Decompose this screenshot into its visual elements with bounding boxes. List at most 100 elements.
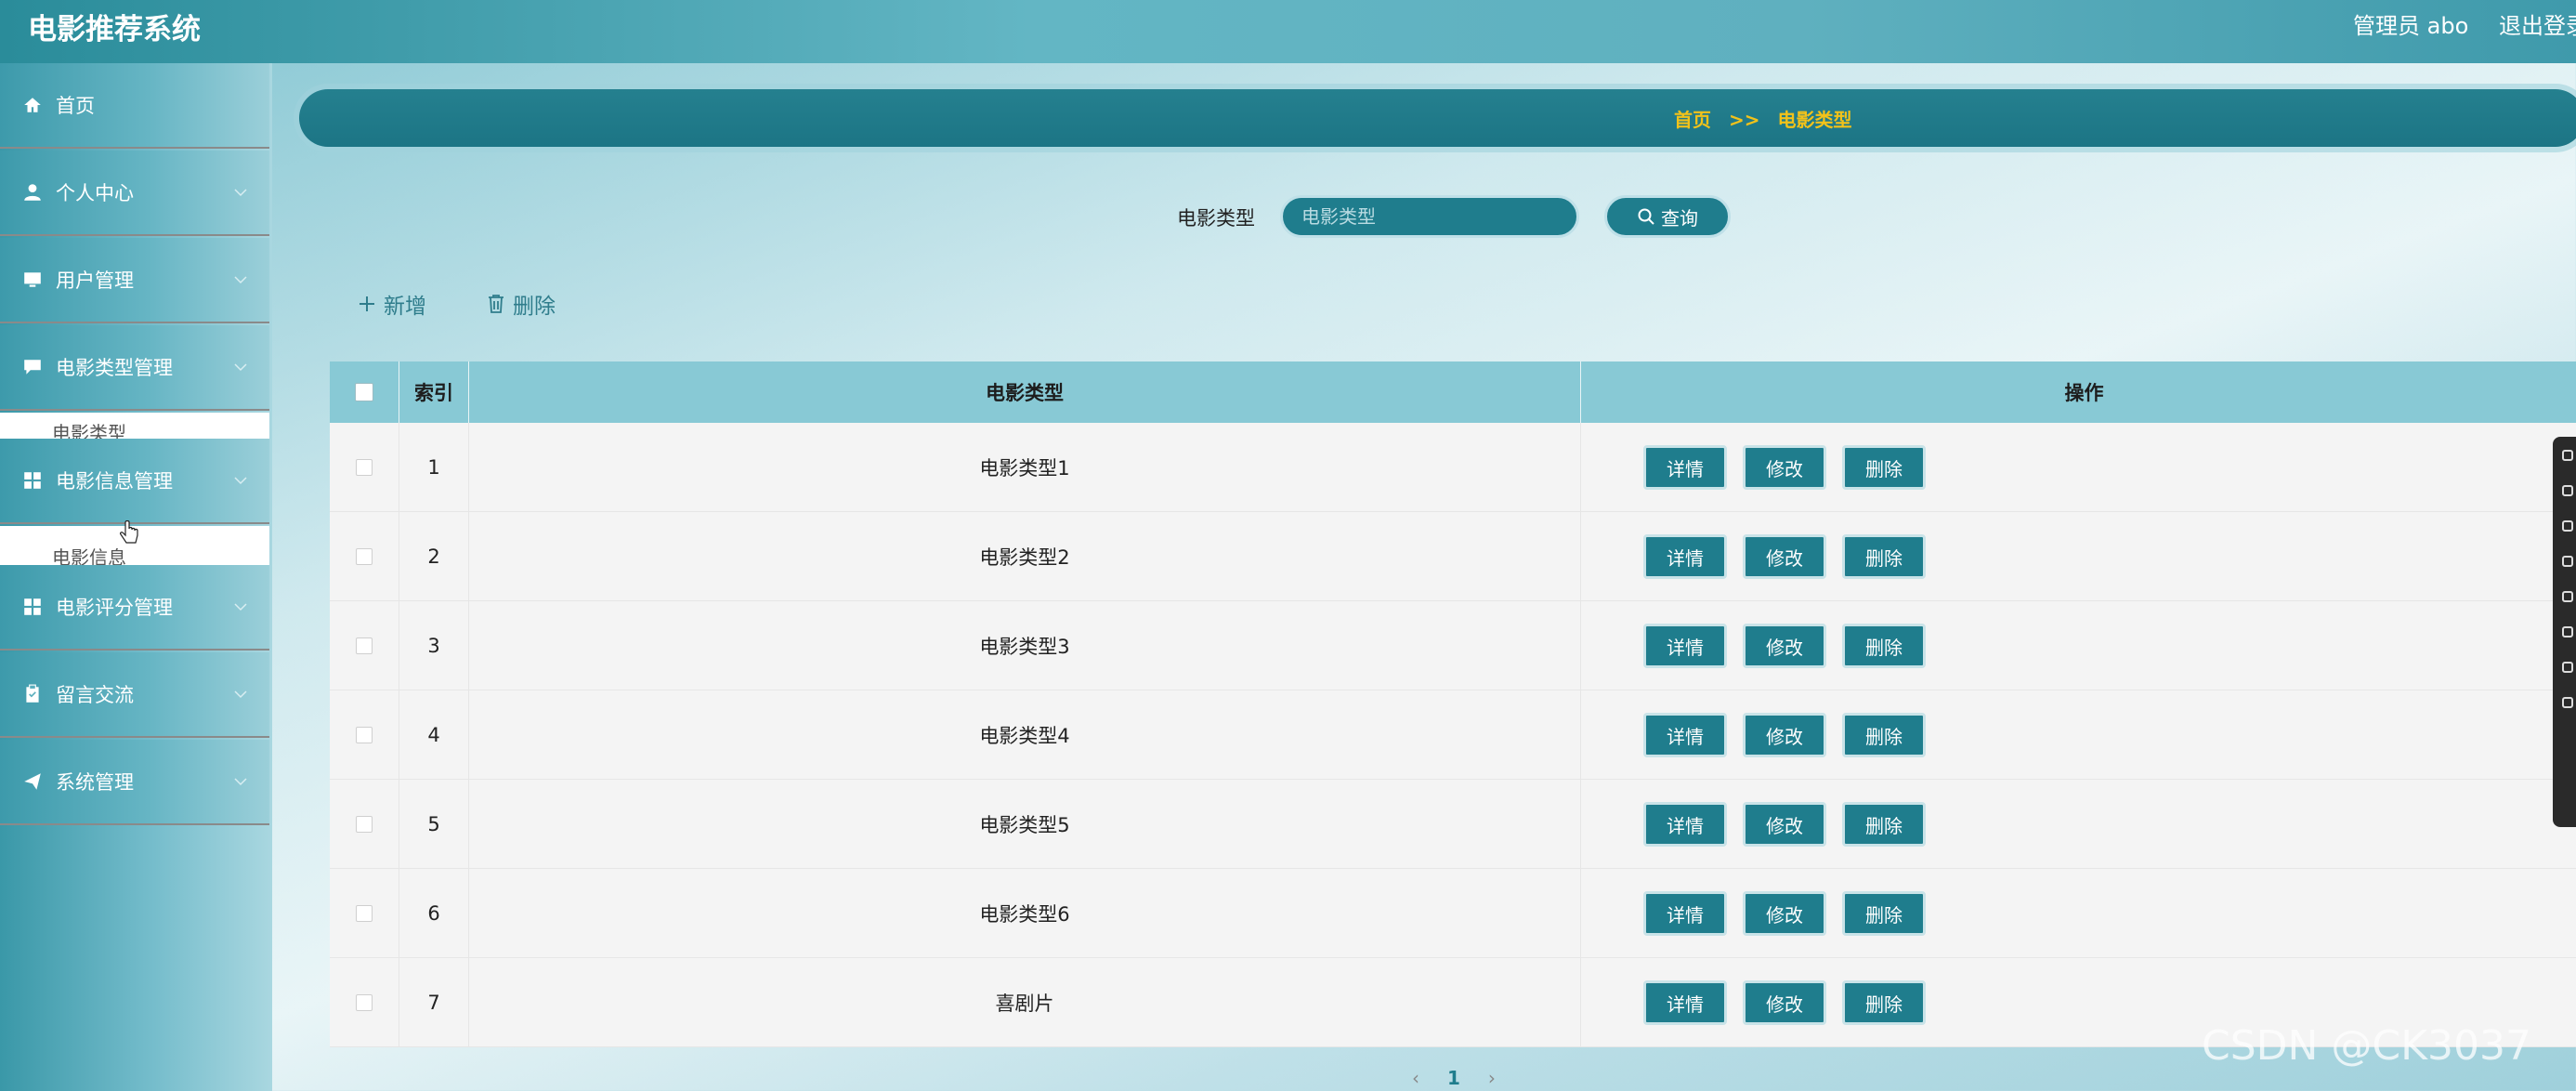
send-icon [24,773,41,790]
edit-button[interactable]: 修改 [1743,802,1826,847]
detail-button[interactable]: 详情 [1643,802,1727,847]
edit-button[interactable]: 修改 [1743,713,1826,757]
delete-button[interactable]: 删除 [1842,980,1926,1025]
pagination: ‹ 1 › [1412,1067,1496,1089]
row-checkbox-cell [330,601,399,690]
toolbar-icon[interactable] [2562,556,2573,567]
chevron-down-icon [234,363,247,372]
row-checkbox-cell [330,780,399,869]
toolbar-icon[interactable] [2562,450,2573,461]
sidebar-item-movie-info-management[interactable]: 电影信息管理 [0,439,269,524]
row-movie-type: 电影类型5 [469,780,1581,869]
row-index: 6 [399,869,469,958]
breadcrumb-bar: 首页 >> 电影类型 [299,89,2576,147]
edit-button[interactable]: 修改 [1743,445,1826,490]
clipboard-icon [26,684,39,703]
search-label: 电影类型 [1177,207,1255,230]
row-checkbox-cell [330,958,399,1047]
row-actions: 详情 修改 删除 [1581,690,2576,780]
search-input[interactable] [1280,195,1579,238]
row-actions: 详情 修改 删除 [1581,869,2576,958]
detail-button[interactable]: 详情 [1643,445,1727,490]
column-header-index: 索引 [399,361,469,423]
sidebar-item-movie-rating-management[interactable]: 电影评分管理 [0,565,269,651]
add-button[interactable]: 新增 [358,288,426,320]
sidebar-item-label: 电影信息管理 [56,470,173,493]
header-checkbox-cell [330,361,399,423]
sidebar-item-user-management[interactable]: 用户管理 [0,238,269,323]
column-header-movie-type: 电影类型 [469,361,1581,423]
row-checkbox[interactable] [356,638,373,654]
edit-button[interactable]: 修改 [1743,534,1826,579]
row-actions: 详情 修改 删除 [1581,423,2576,512]
prev-page-button[interactable]: ‹ [1412,1067,1419,1089]
sidebar-item-movie-type-management[interactable]: 电影类型管理 [0,325,269,411]
row-index: 1 [399,423,469,512]
toolbar-icon[interactable] [2562,626,2573,638]
delete-button[interactable]: 删除 [1842,534,1926,579]
row-movie-type: 电影类型4 [469,690,1581,780]
row-checkbox[interactable] [356,548,373,565]
admin-username: 管理员 abo [2353,13,2469,39]
app-title: 电影推荐系统 [28,13,201,46]
toolbar-icon[interactable] [2562,662,2573,673]
sidebar-item-label: 电影类型管理 [56,357,173,379]
row-checkbox[interactable] [356,459,373,476]
detail-button[interactable]: 详情 [1643,624,1727,668]
delete-button[interactable]: 删除 [1842,445,1926,490]
chevron-down-icon [234,477,247,485]
sidebar-item-home[interactable]: 首页 [0,63,269,149]
detail-button[interactable]: 详情 [1643,980,1727,1025]
table-row: 3 电影类型3 详情 修改 删除 [330,601,2576,690]
column-header-actions: 操作 [2064,382,2104,404]
trash-icon [489,295,503,313]
logout-link[interactable]: 退出登录 [2499,7,2576,40]
detail-button[interactable]: 详情 [1643,891,1727,936]
row-movie-type: 电影类型6 [469,869,1581,958]
row-checkbox[interactable] [356,905,373,922]
current-page[interactable]: 1 [1447,1067,1460,1089]
row-checkbox[interactable] [356,994,373,1011]
next-page-button[interactable]: › [1488,1067,1496,1089]
submenu-item-movie-info[interactable]: 电影信息 [0,520,269,569]
search-button[interactable]: 查询 [1604,195,1731,238]
table-row: 2 电影类型2 详情 修改 删除 [330,512,2576,601]
toolbar-icon[interactable] [2562,485,2573,496]
delete-button[interactable]: 删除 [1842,624,1926,668]
chevron-down-icon [234,276,247,284]
chevron-down-icon [234,189,247,197]
row-checkbox[interactable] [356,816,373,833]
breadcrumb-home[interactable]: 首页 [1674,109,1711,131]
delete-button[interactable]: 删除 [1842,891,1926,936]
watermark: CSDN @CK3037 [2202,1022,2531,1070]
sidebar-item-personal-center[interactable]: 个人中心 [0,151,269,236]
delete-button[interactable]: 删除 [1842,802,1926,847]
toolbar-icon[interactable] [2562,697,2573,708]
sidebar-item-message-board[interactable]: 留言交流 [0,652,269,738]
sidebar-item-label: 个人中心 [56,182,134,204]
edit-button[interactable]: 修改 [1743,891,1826,936]
search-icon [1638,208,1654,225]
chevron-down-icon [234,603,247,611]
row-movie-type: 电影类型3 [469,601,1581,690]
row-checkbox-cell [330,512,399,601]
row-checkbox-cell [330,869,399,958]
hand-cursor-icon [120,520,138,544]
detail-button[interactable]: 详情 [1643,713,1727,757]
row-actions: 详情 修改 删除 [1581,512,2576,601]
batch-delete-button[interactable]: 删除 [487,288,556,320]
breadcrumb-separator: >> [1728,109,1760,131]
sidebar-item-label: 用户管理 [56,269,134,292]
data-table: 索引 电影类型 操作 1 电影类型1 详情 修改 删除 2 电影类型2 详情 修改 删除 3 电影类型… [330,361,2576,1047]
select-all-checkbox[interactable] [355,383,373,401]
toolbar-icon[interactable] [2562,591,2573,602]
detail-button[interactable]: 详情 [1643,534,1727,579]
delete-button[interactable]: 删除 [1842,713,1926,757]
sidebar-item-system-management[interactable]: 系统管理 [0,740,269,825]
edit-button[interactable]: 修改 [1743,980,1826,1025]
edit-button[interactable]: 修改 [1743,624,1826,668]
plus-icon [360,296,374,311]
submenu-item-movie-type[interactable]: 电影类型 [0,413,269,444]
toolbar-icon[interactable] [2562,520,2573,532]
row-checkbox[interactable] [356,727,373,743]
